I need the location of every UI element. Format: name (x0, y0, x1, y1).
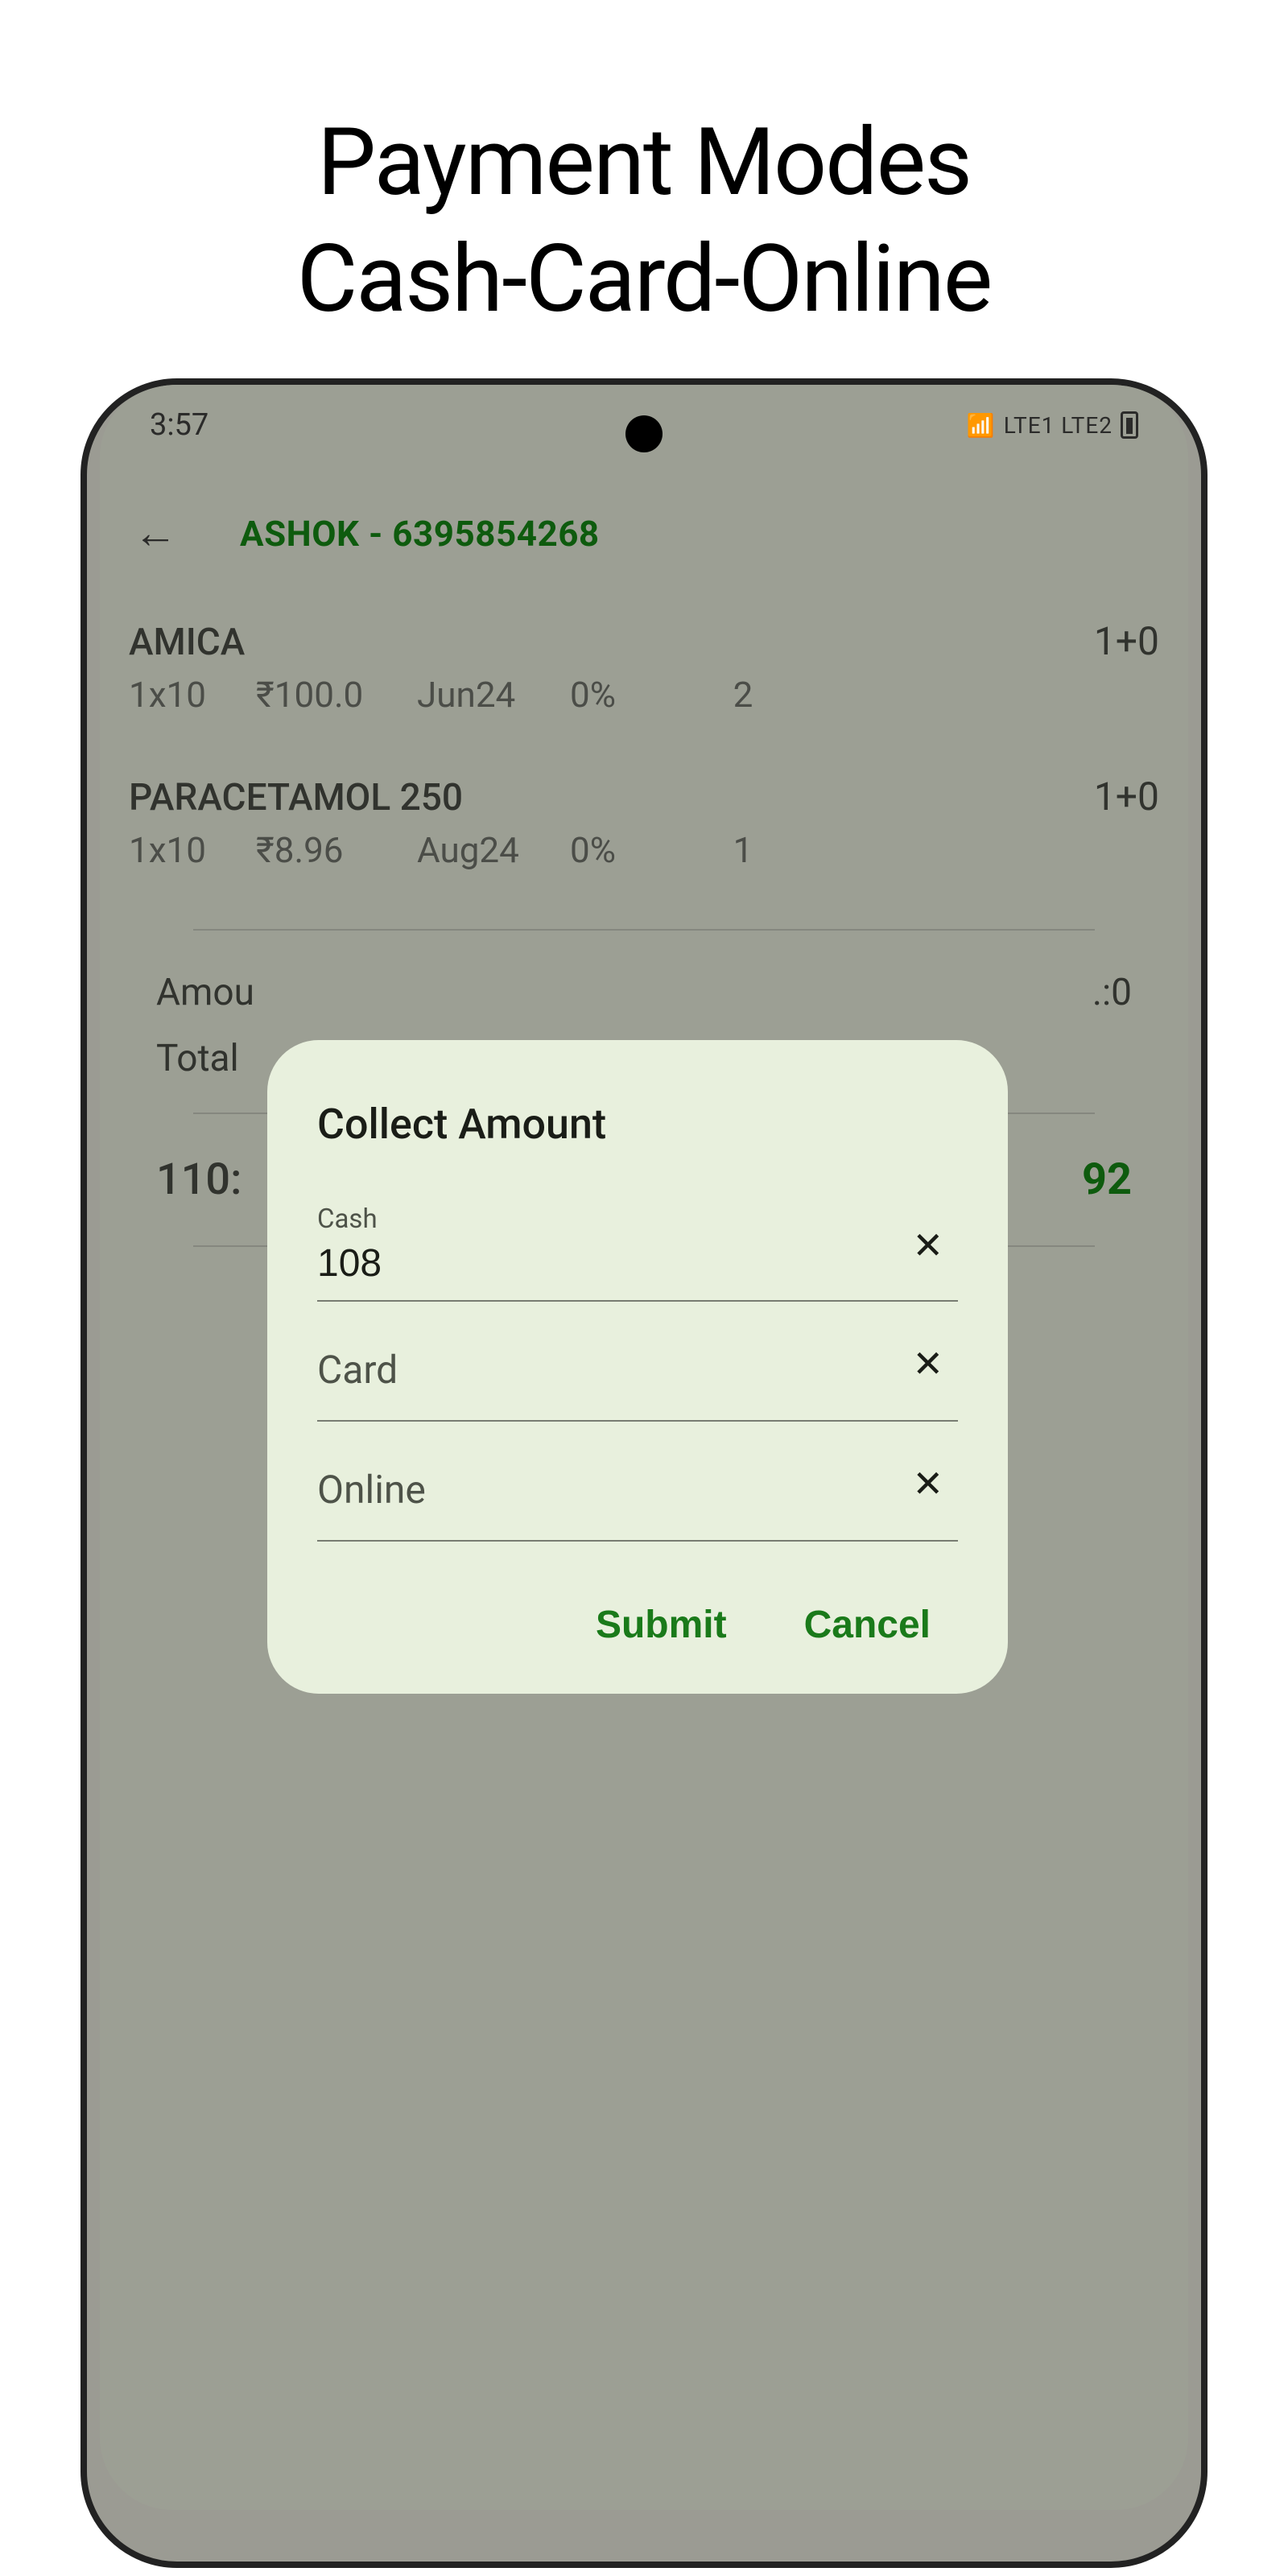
dialog-title: Collect Amount (317, 1100, 958, 1149)
dialog-buttons: Submit Cancel (317, 1603, 958, 1647)
page-marketing-heading: Payment Modes Cash-Card-Online (0, 0, 1288, 338)
phone-screen: 3:57 📶 LTE1 LTE2 ← ASHOK - 6395854268 AM… (100, 385, 1188, 2510)
dialog-overlay: Collect Amount Cash ✕ Card ✕ Online ✕ (100, 385, 1188, 2510)
camera-notch (625, 415, 663, 452)
card-input[interactable]: Card ✕ (317, 1342, 958, 1422)
page-heading-line1: Payment Modes (0, 105, 1288, 221)
close-icon[interactable]: ✕ (912, 1462, 943, 1506)
card-field-wrapper: Card ✕ (317, 1342, 958, 1422)
close-icon[interactable]: ✕ (912, 1342, 943, 1386)
collect-amount-dialog: Collect Amount Cash ✕ Card ✕ Online ✕ (267, 1040, 1008, 1694)
cash-field-wrapper: Cash ✕ (317, 1203, 958, 1302)
submit-button[interactable]: Submit (596, 1603, 727, 1647)
cash-label: Cash (317, 1203, 958, 1235)
phone-frame: 3:57 📶 LTE1 LTE2 ← ASHOK - 6395854268 AM… (80, 378, 1208, 2568)
online-field-wrapper: Online ✕ (317, 1462, 958, 1542)
close-icon[interactable]: ✕ (912, 1224, 943, 1268)
cash-input[interactable] (317, 1236, 958, 1302)
online-input[interactable]: Online ✕ (317, 1462, 958, 1542)
cancel-button[interactable]: Cancel (804, 1603, 931, 1647)
page-heading-line2: Cash-Card-Online (0, 221, 1288, 338)
